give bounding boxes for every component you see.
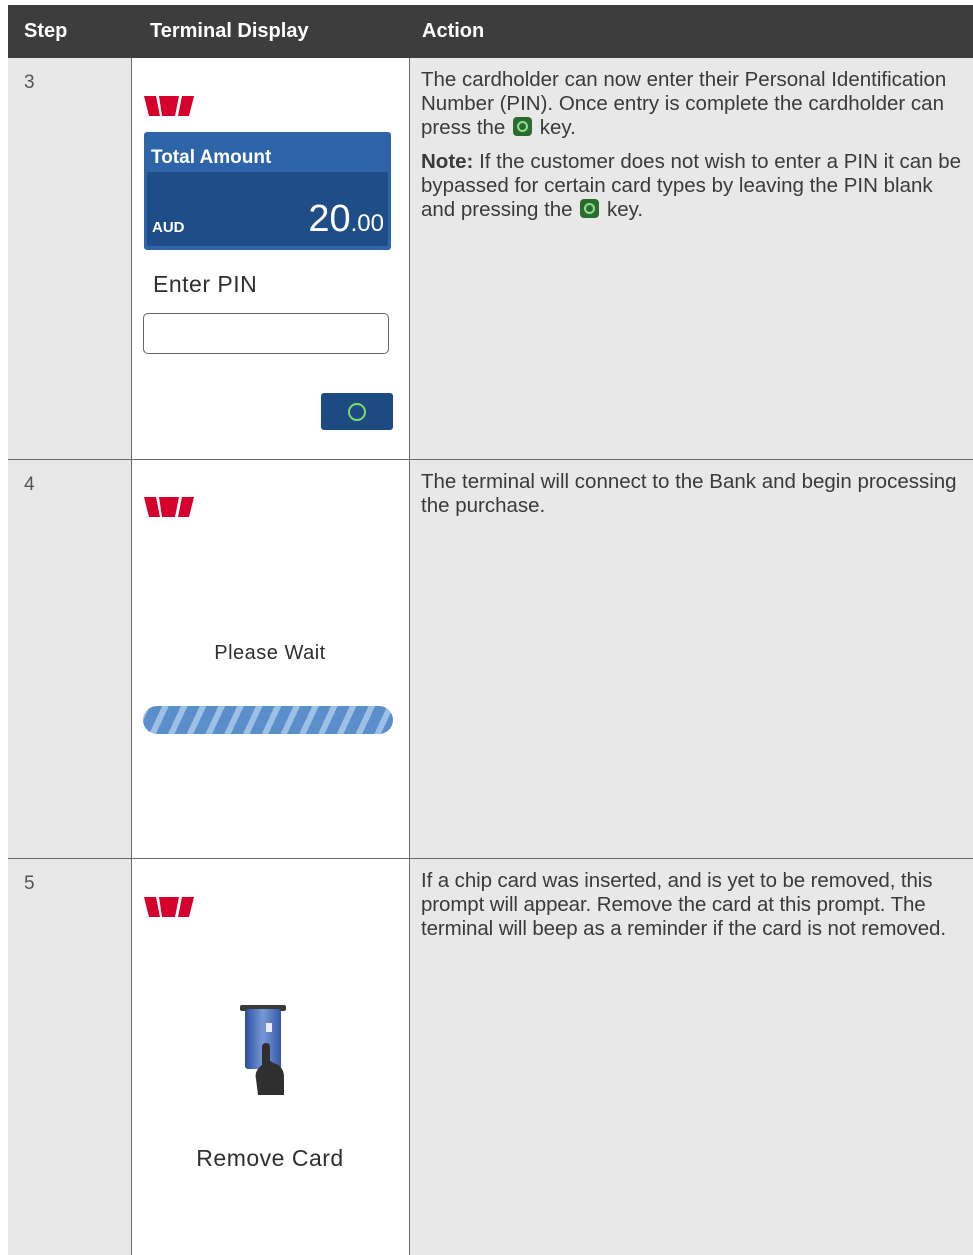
action-paragraph-1: The cardholder can now enter their Perso…: [421, 68, 947, 139]
total-amount-panel: Total Amount AUD 20.00: [144, 132, 391, 250]
amount-value: 20.00: [308, 198, 384, 240]
step-number: 3: [24, 72, 35, 93]
total-amount-label: Total Amount: [151, 147, 272, 168]
currency-label: AUD: [152, 219, 185, 236]
amount-display: AUD 20.00: [147, 172, 388, 246]
progress-bar: [143, 706, 393, 734]
terminal-display-cell: Total Amount AUD 20.00 Enter PIN: [131, 58, 409, 459]
action-text: The cardholder can now enter their Perso…: [421, 68, 966, 232]
action-cell: The terminal will connect to the Bank an…: [409, 460, 973, 858]
westpac-logo-icon: [144, 897, 194, 917]
action-cell: The cardholder can now enter their Perso…: [409, 58, 973, 459]
ok-key-icon: [580, 199, 600, 218]
step-number: 5: [24, 873, 35, 894]
header-step: Step: [24, 20, 68, 42]
step-number: 4: [24, 474, 35, 495]
table-row-step-4: 4 Please Wait The terminal will connect …: [8, 460, 973, 858]
westpac-logo-icon: [144, 96, 194, 116]
step-cell: 3: [8, 58, 131, 459]
table-header: Step Terminal Display Action: [8, 5, 973, 58]
please-wait-prompt: Please Wait: [214, 642, 326, 664]
action-note: Note: If the customer does not wish to e…: [421, 150, 962, 221]
enter-pin-prompt: Enter PIN: [153, 271, 258, 297]
action-text: The terminal will connect to the Bank an…: [421, 470, 957, 517]
pin-input[interactable]: [143, 313, 389, 354]
step-cell: 5: [8, 859, 131, 1255]
ok-key-icon: [513, 117, 533, 136]
header-action: Action: [422, 20, 485, 42]
header-terminal-display: Terminal Display: [150, 20, 309, 42]
action-text: If a chip card was inserted, and is yet …: [421, 869, 946, 940]
ok-button[interactable]: [321, 393, 393, 430]
table-row-step-3: 3 Total Amount AUD 20.00 Enter PIN The c…: [8, 58, 973, 459]
remove-card-icon: [240, 1005, 286, 1095]
terminal-display-cell: Remove Card: [131, 859, 409, 1255]
action-cell: If a chip card was inserted, and is yet …: [409, 859, 973, 1255]
remove-card-prompt: Remove Card: [196, 1145, 344, 1171]
step-cell: 4: [8, 460, 131, 858]
westpac-logo-icon: [144, 497, 194, 517]
table-row-step-5: 5 Remove Card If a chip card was inserte…: [8, 859, 973, 1255]
terminal-display-cell: Please Wait: [131, 460, 409, 858]
